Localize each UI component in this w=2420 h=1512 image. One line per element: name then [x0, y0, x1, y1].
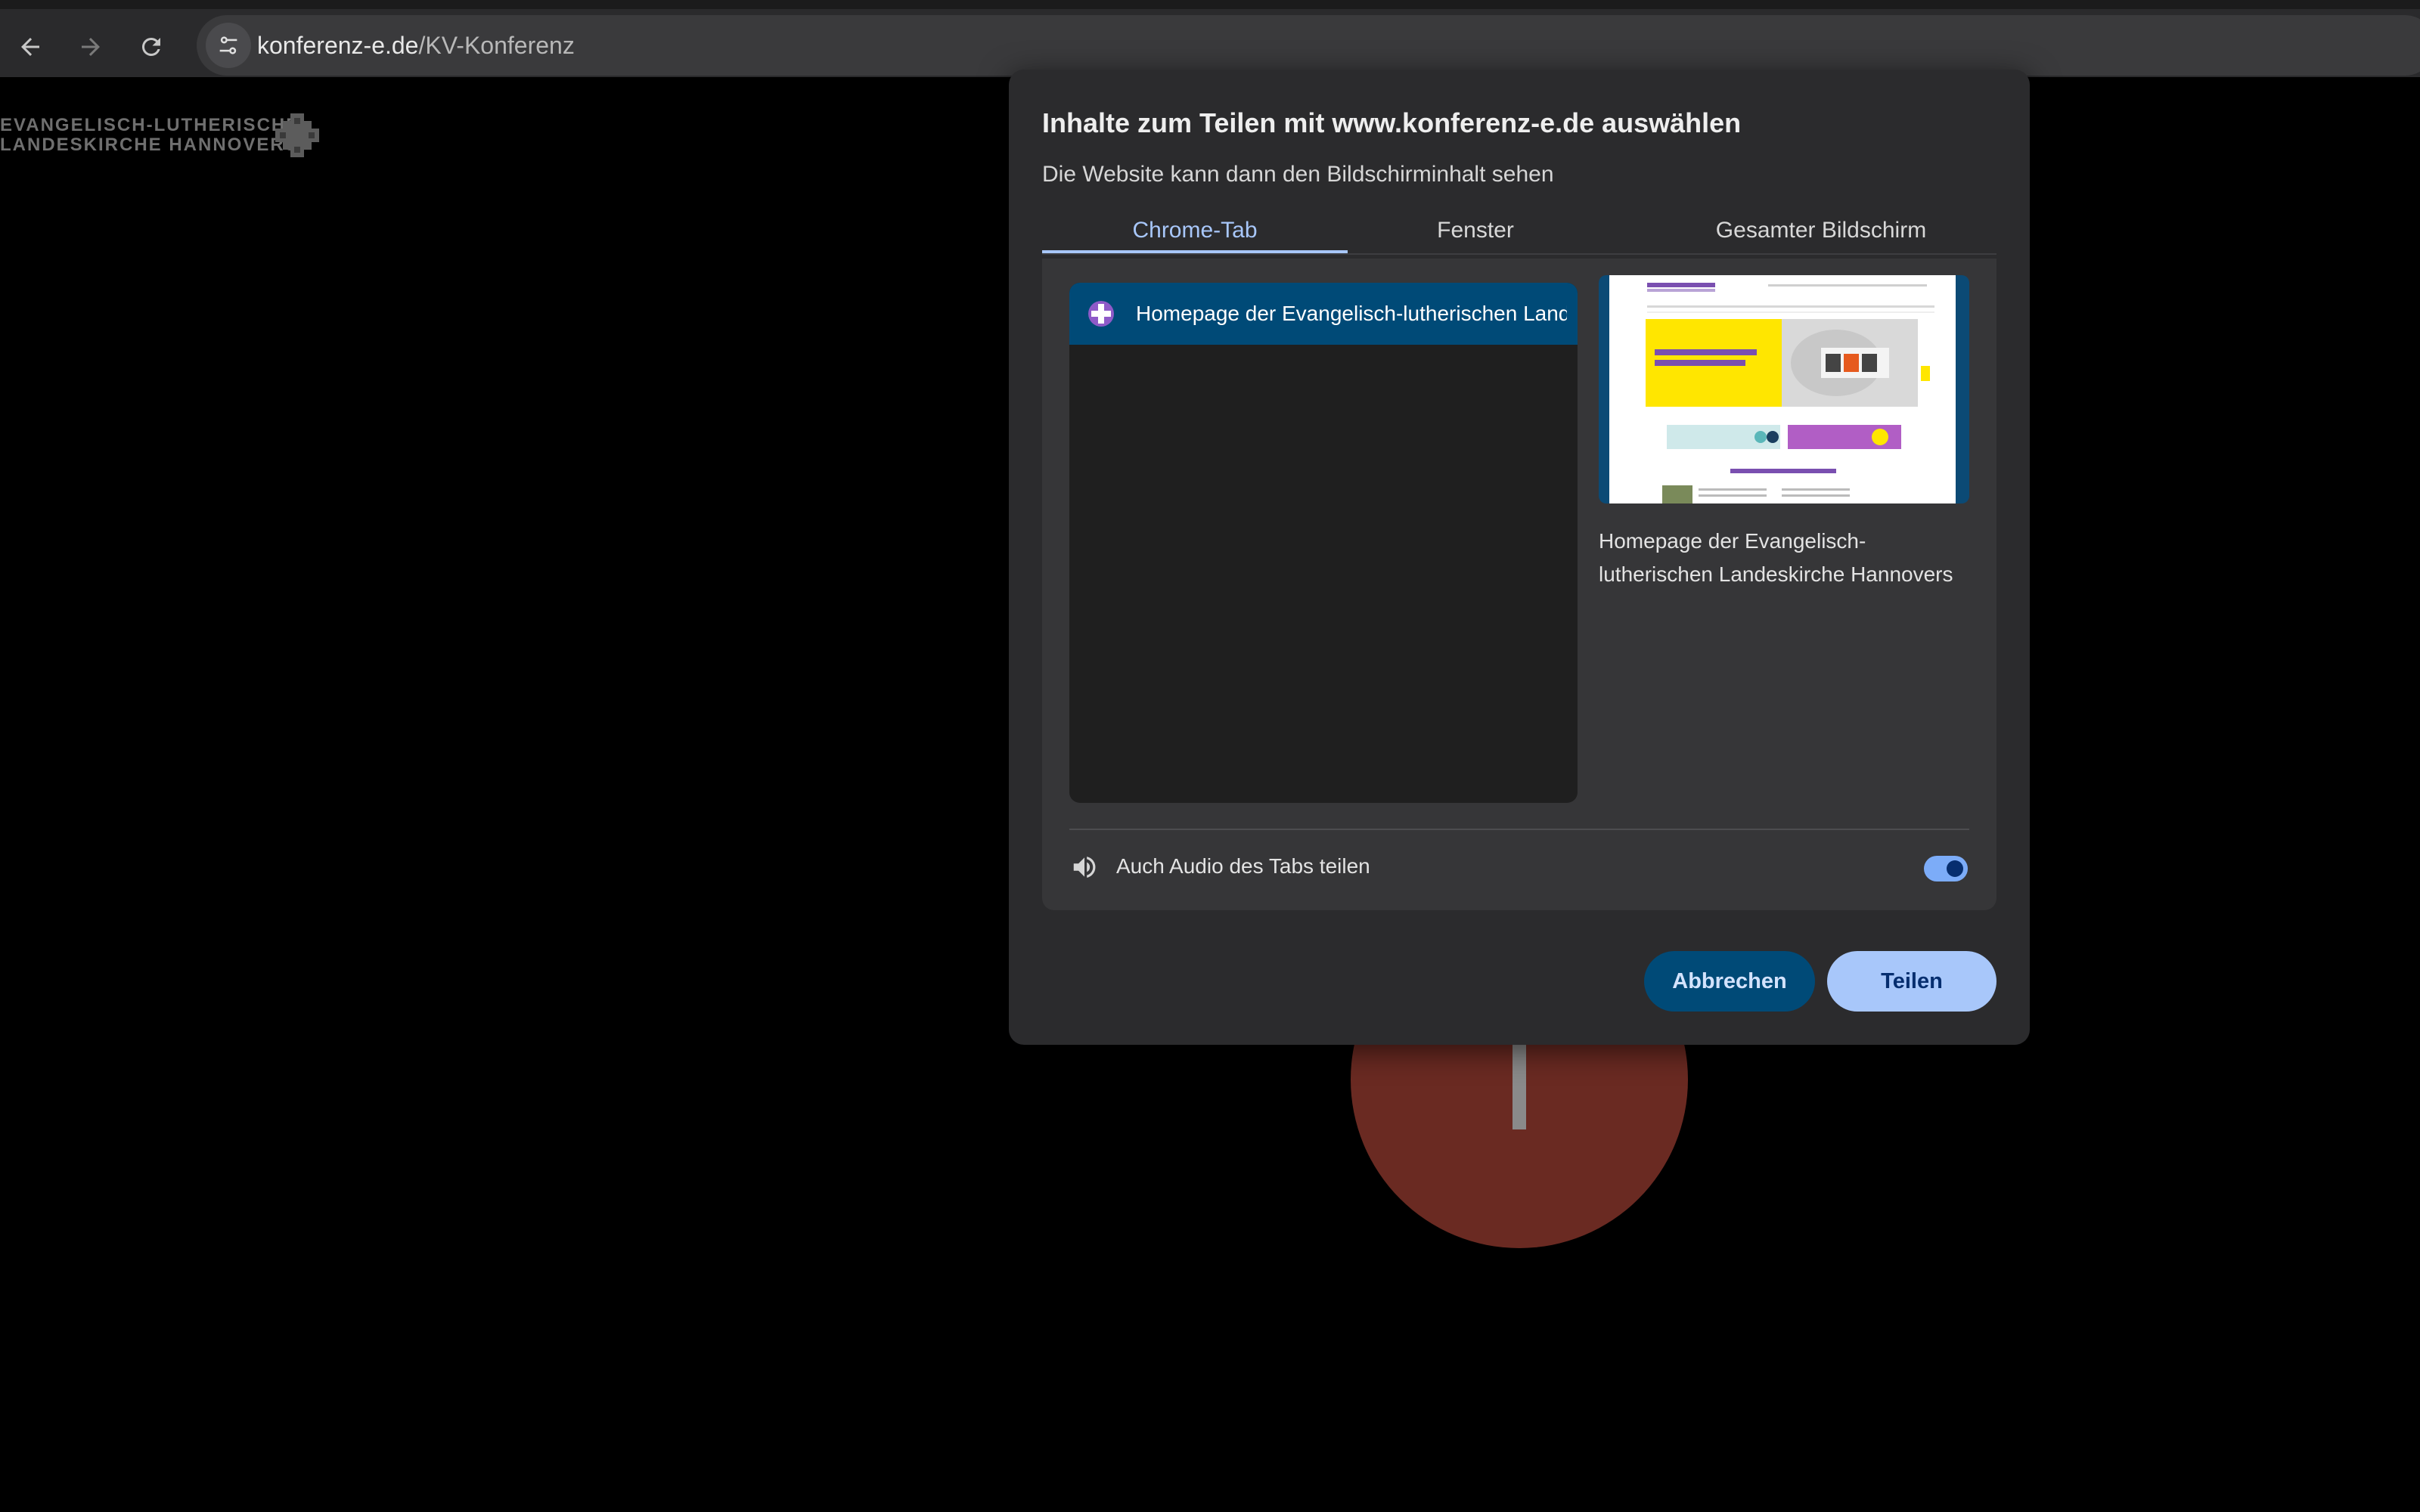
audio-share-label: Auch Audio des Tabs teilen	[1116, 854, 1370, 878]
list-item[interactable]: Homepage der Evangelisch-lutherischen La…	[1069, 283, 1578, 345]
share-content-panel: Homepage der Evangelisch-lutherischen La…	[1042, 259, 1996, 910]
site-info-button[interactable]	[206, 23, 251, 68]
chrome-tab-list[interactable]: Homepage der Evangelisch-lutherischen La…	[1069, 283, 1578, 803]
dialog-title: Inhalte zum Teilen mit www.konferenz-e.d…	[1042, 107, 1742, 138]
back-button[interactable]	[8, 24, 53, 70]
source-tabs: Chrome-Tab Fenster Gesamter Bildschirm	[1042, 210, 1996, 254]
audio-share-toggle[interactable]	[1924, 856, 1968, 881]
address-bar[interactable]: konferenz-e.de/KV-Konferenz	[197, 15, 2420, 76]
forward-arrow-icon	[82, 38, 100, 56]
audio-level-bar	[1512, 1045, 1526, 1129]
logo-line-1: EVANGELISCH-LUTHERISCHE	[0, 115, 300, 135]
preview-caption: Homepage der Evangelisch-lutherischen La…	[1599, 529, 1953, 586]
tab-entire-screen[interactable]: Gesamter Bildschirm	[1662, 210, 1980, 254]
tab-chrome-tab[interactable]: Chrome-Tab	[1042, 210, 1348, 254]
church-logo: EVANGELISCH-LUTHERISCHE LANDESKIRCHE HAN…	[0, 112, 333, 157]
tab-divider	[1042, 253, 1996, 255]
tab-item-label: Homepage der Evangelisch-lutherischen La…	[1136, 302, 1567, 325]
url-host: konferenz-e.de	[257, 32, 419, 59]
url-text: konferenz-e.de/KV-Konferenz	[257, 15, 575, 76]
audio-divider	[1069, 829, 1969, 830]
reload-button[interactable]	[129, 24, 174, 70]
url-path: /KV-Konferenz	[418, 32, 575, 59]
reload-icon	[141, 37, 160, 56]
toggle-knob	[1947, 860, 1963, 877]
dialog-subtitle: Die Website kann dann den Bildschirminha…	[1042, 162, 1554, 187]
browser-toolbar: konferenz-e.de/KV-Konferenz	[0, 0, 2420, 77]
cross-logo-icon	[275, 113, 319, 157]
site-settings-icon	[219, 36, 237, 54]
share-button[interactable]: Teilen	[1827, 951, 1996, 1012]
tab-preview	[1599, 275, 1969, 503]
tab-preview-thumbnail	[1609, 275, 1956, 503]
screen-share-dialog: Inhalte zum Teilen mit www.konferenz-e.d…	[1009, 70, 2030, 1045]
share-audio-row[interactable]: Auch Audio des Tabs teilen	[1069, 839, 1969, 894]
cancel-button[interactable]: Abbrechen	[1644, 951, 1815, 1012]
forward-button[interactable]	[68, 24, 113, 70]
logo-line-2: LANDESKIRCHE HANNOVERS	[0, 135, 299, 155]
church-favicon-icon	[1088, 301, 1114, 327]
back-arrow-icon	[21, 38, 39, 56]
tab-window[interactable]: Fenster	[1348, 210, 1603, 254]
speaker-icon	[1073, 857, 1096, 878]
